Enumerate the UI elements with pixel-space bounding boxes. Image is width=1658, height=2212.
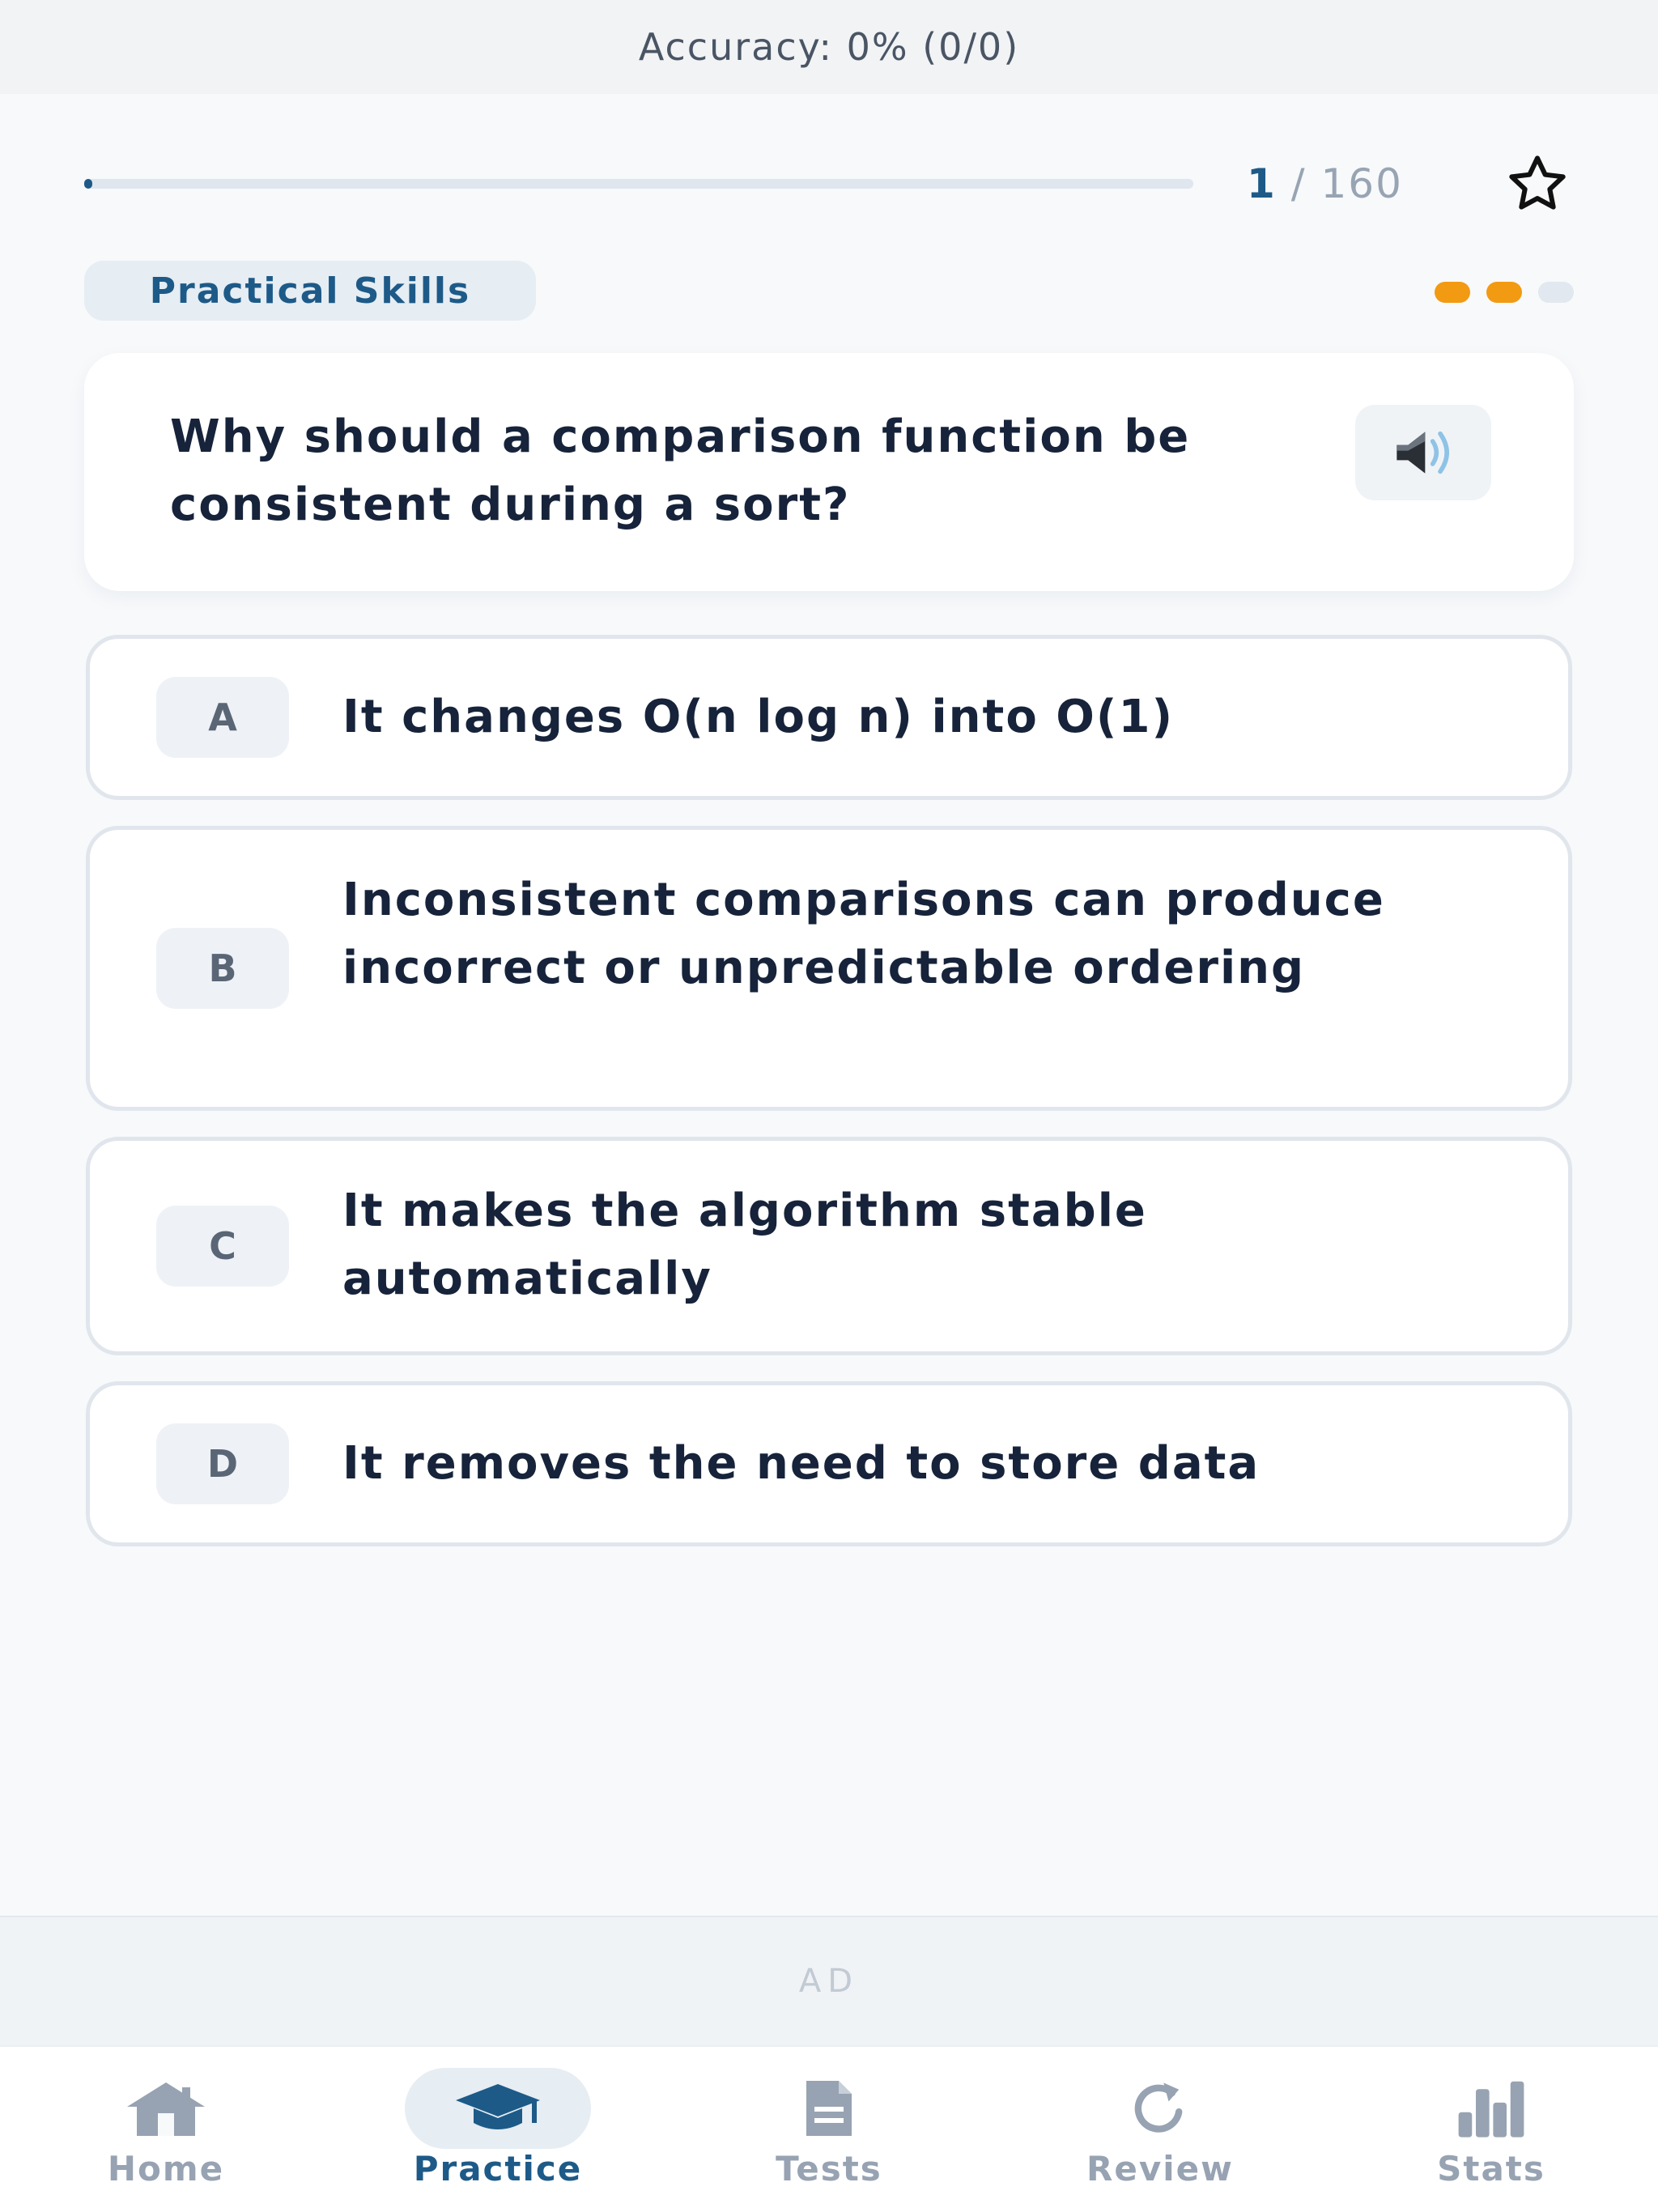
option-letter: B bbox=[156, 928, 289, 1009]
answer-option-b[interactable]: B Inconsistent comparisons can produce i… bbox=[86, 826, 1572, 1111]
graduation-cap-icon bbox=[456, 2084, 540, 2129]
home-icon bbox=[127, 2082, 205, 2136]
nav-icon-container bbox=[1398, 2068, 1584, 2149]
option-text: Inconsistent comparisons can produce inc… bbox=[342, 874, 1385, 994]
difficulty-dot bbox=[1435, 282, 1470, 303]
nav-item-review[interactable]: Review bbox=[1039, 2047, 1282, 2212]
counter-separator: / bbox=[1290, 160, 1307, 207]
progress-row: 1 / 160 bbox=[84, 154, 1574, 214]
nav-label: Stats bbox=[1437, 2149, 1545, 2189]
progress-track bbox=[84, 179, 1193, 189]
option-letter: C bbox=[156, 1206, 289, 1287]
document-icon bbox=[806, 2081, 852, 2136]
option-text: It makes the algorithm stable automatica… bbox=[342, 1185, 1147, 1305]
nav-label: Tests bbox=[776, 2149, 882, 2189]
refresh-icon bbox=[1134, 2082, 1183, 2133]
nav-icon-container bbox=[736, 2068, 922, 2149]
nav-label: Practice bbox=[413, 2149, 583, 2189]
nav-item-practice[interactable]: Practice bbox=[376, 2047, 619, 2212]
answer-option-a[interactable]: A It changes O(n log n) into O(1) bbox=[86, 635, 1572, 800]
read-aloud-button[interactable] bbox=[1355, 405, 1491, 500]
bar-chart-icon bbox=[1458, 2081, 1524, 2138]
bookmark-button[interactable] bbox=[1501, 154, 1574, 214]
answer-option-d[interactable]: D It removes the need to store data bbox=[86, 1381, 1572, 1546]
nav-icon-container bbox=[73, 2068, 259, 2149]
accuracy-bar: Accuracy: 0% (0/0) bbox=[0, 0, 1658, 94]
ad-label: AD bbox=[798, 1963, 860, 2000]
option-letter: D bbox=[156, 1423, 289, 1504]
speaker-icon bbox=[1397, 431, 1449, 474]
nav-icon-container bbox=[1067, 2068, 1253, 2149]
nav-label: Review bbox=[1086, 2149, 1234, 2189]
ad-banner[interactable]: AD bbox=[0, 1916, 1658, 2045]
current-question-number: 1 bbox=[1247, 160, 1277, 207]
nav-item-tests[interactable]: Tests bbox=[708, 2047, 950, 2212]
question-text: Why should a comparison function be cons… bbox=[170, 410, 1191, 531]
option-text: It removes the need to store data bbox=[342, 1437, 1261, 1490]
option-letter: A bbox=[156, 677, 289, 758]
quiz-screen: Accuracy: 0% (0/0) 1 / 160 Practical Ski… bbox=[0, 0, 1658, 2212]
total-question-count: 160 bbox=[1320, 160, 1403, 207]
answer-option-c[interactable]: C It makes the algorithm stable automati… bbox=[86, 1137, 1572, 1355]
progress-fill bbox=[84, 179, 92, 189]
nav-label: Home bbox=[107, 2149, 225, 2189]
nav-item-home[interactable]: Home bbox=[45, 2047, 287, 2212]
nav-icon-container bbox=[405, 2068, 591, 2149]
bottom-navigation: Home Practice Tests Review Stats bbox=[0, 2045, 1658, 2212]
question-card: Why should a comparison function be cons… bbox=[84, 353, 1574, 591]
question-counter: 1 / 160 bbox=[1247, 160, 1403, 207]
star-outline-icon bbox=[1509, 155, 1566, 210]
option-text: It changes O(n log n) into O(1) bbox=[342, 691, 1175, 743]
difficulty-dot bbox=[1486, 282, 1522, 303]
accuracy-text: Accuracy: 0% (0/0) bbox=[638, 25, 1020, 69]
difficulty-indicator bbox=[1435, 282, 1574, 303]
difficulty-dot bbox=[1538, 282, 1574, 303]
nav-item-stats[interactable]: Stats bbox=[1370, 2047, 1613, 2212]
category-chip: Practical Skills bbox=[84, 261, 536, 321]
